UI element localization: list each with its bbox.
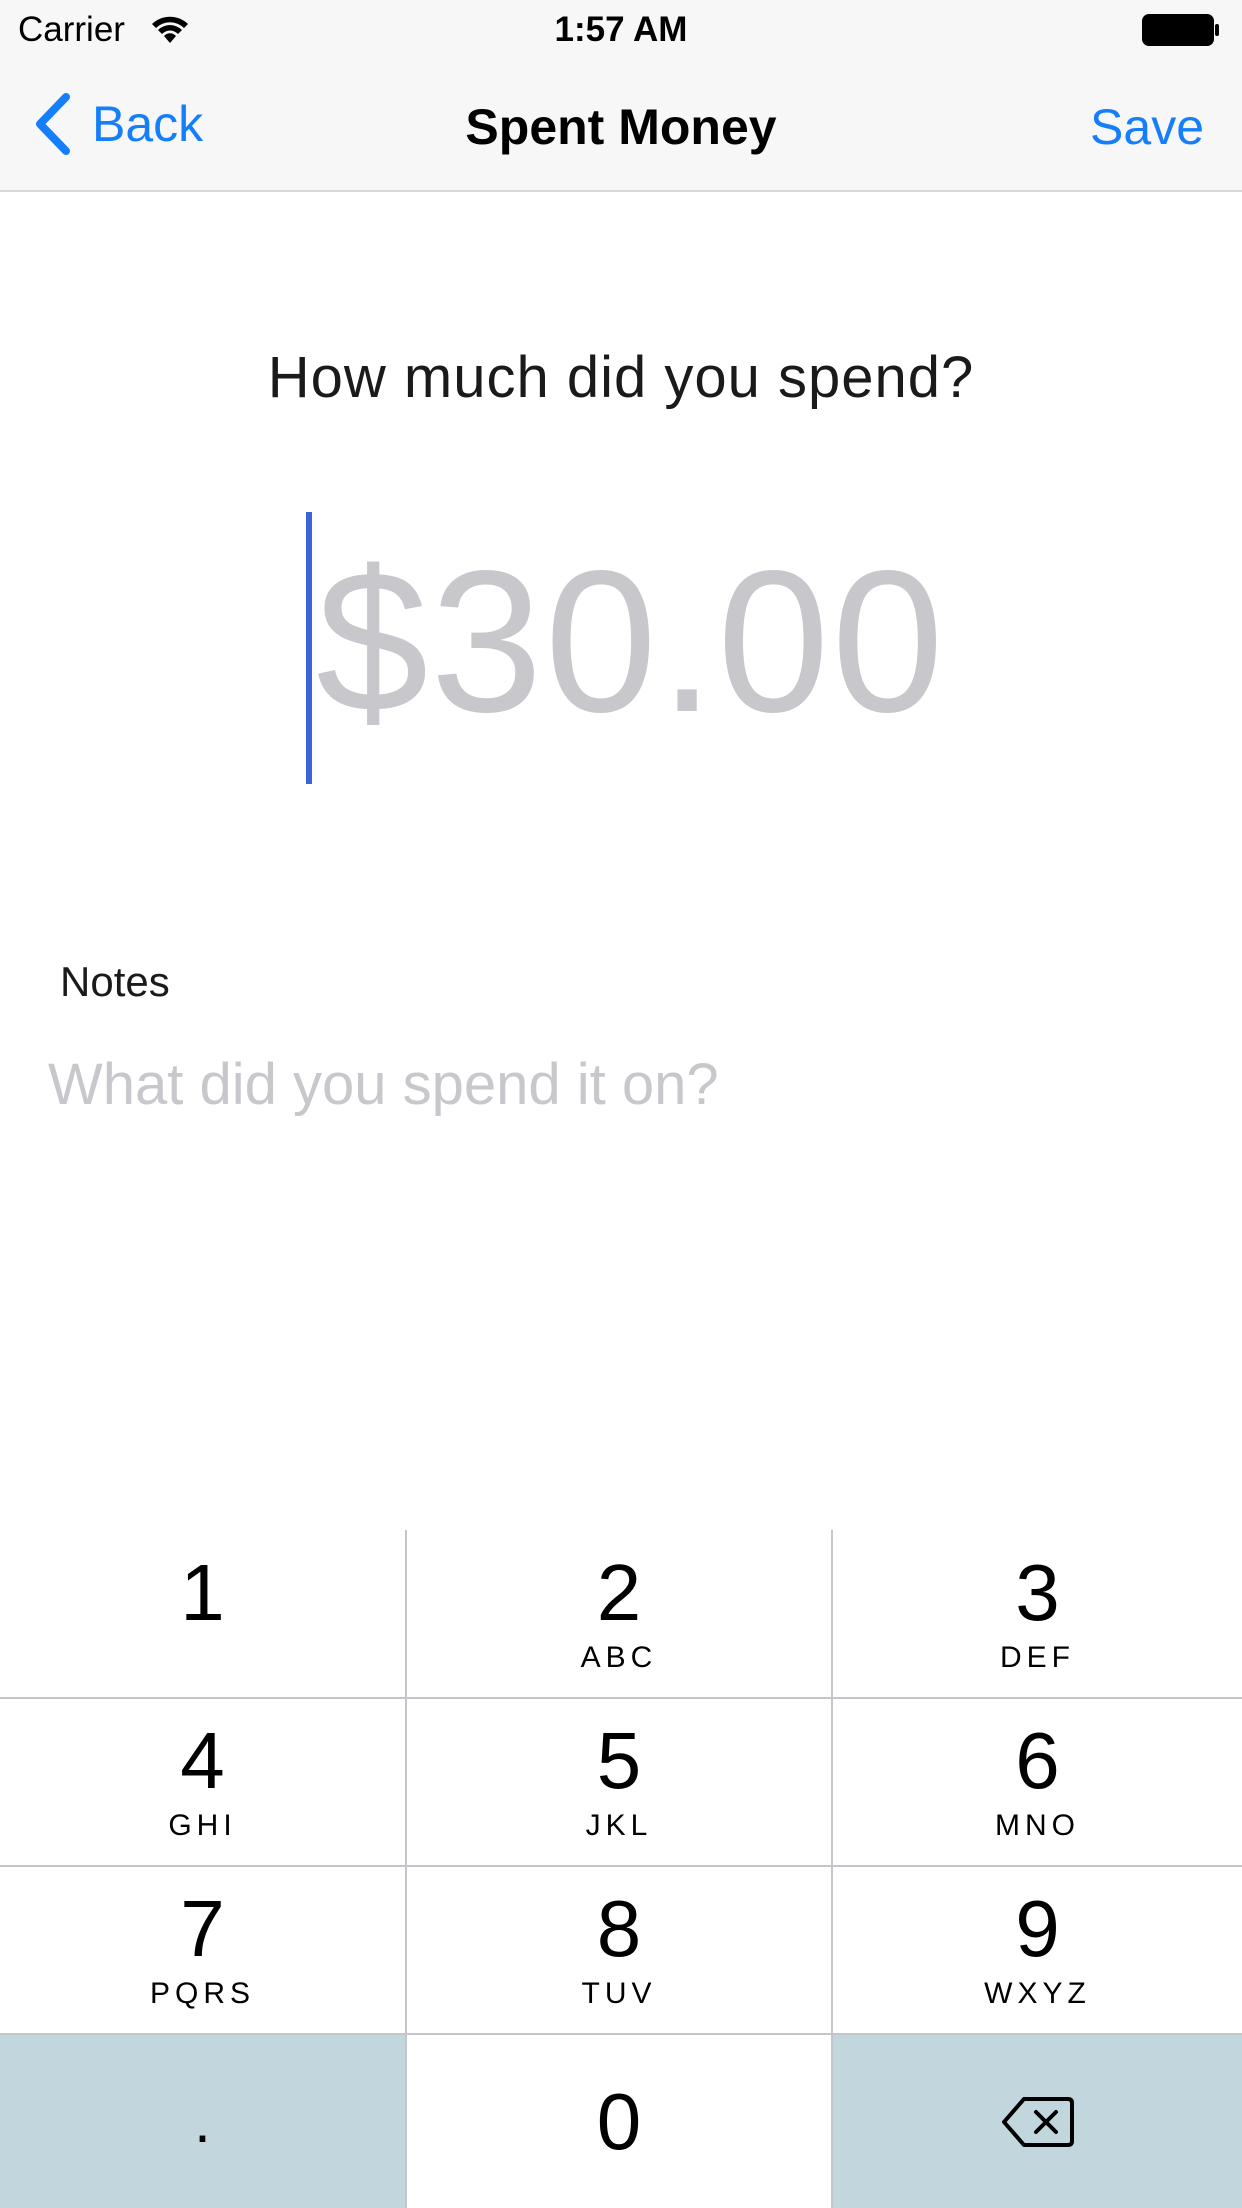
key-letters: TUV [581,1977,657,2010]
key-7[interactable]: 7 PQRS [0,1867,407,2035]
key-digit: 2 [596,1547,642,1637]
key-digit: 4 [180,1716,225,1805]
key-1[interactable]: 1 [0,1530,407,1699]
key-letters: DEF [1000,1640,1075,1674]
notes-input[interactable] [48,1044,1188,1124]
page-title: Spent Money [465,99,777,155]
spent-money-screen: Carrier 1:57 AM Back Spent Money Save Ho… [0,0,1242,2208]
notes-label: Notes [60,958,170,1005]
key-letters: JKL [585,1809,653,1842]
key-3[interactable]: 3 DEF [833,1530,1242,1699]
key-digit: 6 [1015,1716,1060,1805]
key-letters: GHI [168,1809,237,1842]
key-digit: 7 [180,1884,225,1973]
key-2[interactable]: 2 ABC [407,1530,833,1699]
nav-bar: Back Spent Money Save [0,60,1242,190]
key-5[interactable]: 5 JKL [407,1699,833,1867]
save-button[interactable]: Save [1090,98,1204,156]
decimal-label: . [194,2087,211,2155]
key-digit: 3 [1015,1547,1060,1637]
navigation-header: Carrier 1:57 AM Back Spent Money Save [0,0,1242,192]
key-letters: PQRS [149,1977,256,2010]
backspace-icon [1001,2096,1074,2147]
key-6[interactable]: 6 MNO [833,1699,1242,1867]
status-time: 1:57 AM [554,10,688,49]
text-cursor [306,512,312,784]
key-letters: WXYZ [984,1977,1091,2010]
amount-question: How much did you spend? [267,345,975,410]
key-9[interactable]: 9 WXYZ [833,1867,1242,2035]
key-digit: 9 [1015,1884,1060,1973]
decimal-key[interactable]: . [0,2035,407,2208]
key-digit: 1 [180,1547,225,1637]
numeric-keypad: 1 2 ABC 3 DEF 4 GHI 5 JKL 6 MNO 7 PQRS 8 [0,1530,1242,2208]
amount-placeholder: $30.00 [316,528,946,754]
delete-key[interactable] [833,2035,1242,2208]
key-digit: 0 [596,2076,642,2166]
key-letters: MNO [995,1809,1080,1842]
key-0[interactable]: 0 [407,2035,833,2208]
status-bar: Carrier 1:57 AM [0,0,1242,60]
battery-icon [1142,14,1219,46]
key-4[interactable]: 4 GHI [0,1699,407,1867]
key-letters: ABC [580,1640,658,1674]
key-digit: 5 [596,1716,642,1805]
key-digit: 8 [596,1884,642,1973]
amount-input[interactable]: $30.00 [306,512,966,787]
key-8[interactable]: 8 TUV [407,1867,833,2035]
